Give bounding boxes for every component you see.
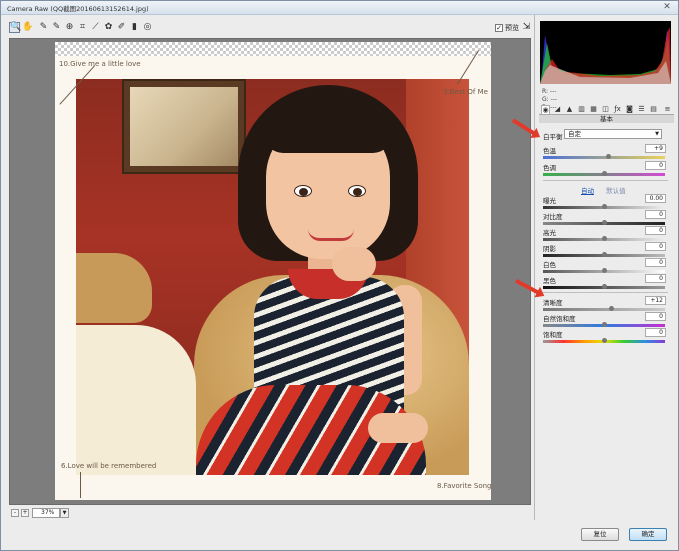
wall-painting bbox=[122, 79, 246, 174]
ok-button[interactable]: 确定 bbox=[629, 528, 667, 541]
crop-icon[interactable]: ⌗ bbox=[77, 22, 88, 33]
auto-link[interactable]: 自动 bbox=[581, 187, 594, 195]
tint-thumb[interactable] bbox=[602, 171, 607, 176]
saturation-value[interactable]: 0 bbox=[645, 328, 666, 337]
tab-presets-icon[interactable]: ☰ bbox=[637, 105, 646, 114]
section-title: 基本 bbox=[539, 115, 674, 123]
slider-tint[interactable]: 色调 0 bbox=[543, 161, 670, 179]
whites-thumb[interactable] bbox=[602, 268, 607, 273]
tab-effects-icon[interactable]: ƒx bbox=[613, 105, 622, 114]
slider-blacks[interactable]: 黑色 0 bbox=[543, 274, 670, 292]
panel-tabs: ◉ ◢ ▲ ▥ ▦ ◫ ƒx ◙ ☰ ▤ ≡ bbox=[539, 104, 674, 115]
highlights-thumb[interactable] bbox=[602, 236, 607, 241]
zoom-dropdown-icon[interactable]: ▼ bbox=[60, 508, 69, 518]
target-adjust-icon[interactable]: ⊕ bbox=[64, 22, 75, 33]
fullscreen-icon[interactable]: ⇲ bbox=[521, 22, 532, 33]
tab-hsl-icon[interactable]: ▥ bbox=[577, 105, 586, 114]
color-sampler-icon[interactable]: ✎ bbox=[51, 22, 62, 33]
adjustment-panel: R: --- G: --- B: --- ◉ ◢ ▲ ▥ ▦ ◫ ƒx ◙ ☰ … bbox=[534, 15, 677, 520]
tab-basic-icon[interactable]: ◉ bbox=[541, 105, 550, 114]
tab-tone-curve-icon[interactable]: ◢ bbox=[553, 105, 562, 114]
image-canvas[interactable]: 10.Give me a little love 3.Best Of Me 6.… bbox=[9, 38, 531, 505]
caption-give-me-love: 10.Give me a little love bbox=[59, 60, 141, 68]
window-title: Camera Raw (QQ截图20160613152614.jpg) bbox=[7, 5, 149, 13]
exposure-value[interactable]: 0.00 bbox=[645, 194, 666, 203]
spot-removal-icon[interactable]: ✿ bbox=[103, 22, 114, 33]
zoom-level-field[interactable]: 37% bbox=[32, 508, 60, 518]
tab-detail-icon[interactable]: ▲ bbox=[565, 105, 574, 114]
close-icon[interactable]: ✕ bbox=[661, 2, 673, 13]
clarity-value[interactable]: +12 bbox=[645, 296, 666, 305]
camera-raw-window: Camera Raw (QQ截图20160613152614.jpg) ✕ 🔍 … bbox=[0, 0, 679, 551]
tab-camera-calibration-icon[interactable]: ◙ bbox=[625, 105, 634, 114]
zoom-out-button[interactable]: - bbox=[11, 509, 19, 517]
shadows-value[interactable]: 0 bbox=[645, 242, 666, 251]
caption-favorite-song: 8.Favorite Song bbox=[437, 482, 492, 490]
hand-icon[interactable]: ✋ bbox=[22, 22, 33, 33]
status-bar: - + 37% ▼ bbox=[9, 508, 531, 520]
contrast-value[interactable]: 0 bbox=[645, 210, 666, 219]
contrast-thumb[interactable] bbox=[602, 220, 607, 225]
zoom-in-button[interactable]: + bbox=[21, 509, 29, 517]
transparency-strip bbox=[55, 42, 491, 56]
white-balance-select[interactable]: 自定 ▼ bbox=[564, 129, 662, 139]
graduated-filter-icon[interactable]: ▮ bbox=[129, 22, 140, 33]
reset-button[interactable]: 复位 bbox=[581, 528, 619, 541]
table bbox=[76, 325, 196, 475]
tab-split-toning-icon[interactable]: ▦ bbox=[589, 105, 598, 114]
photo-frame: 10.Give me a little love 3.Best Of Me 6.… bbox=[55, 42, 491, 500]
slider-saturation[interactable]: 饱和度 0 bbox=[543, 328, 670, 346]
caption-love-remembered: 6.Love will be remembered bbox=[61, 462, 157, 470]
exposure-thumb[interactable] bbox=[602, 204, 607, 209]
toolbar: 🔍 ✋ ✎ ✎ ⊕ ⌗ ⟋ ✿ ✐ ▮ ◎ ✓ 预览 ⇲ bbox=[5, 18, 532, 38]
tab-snapshots-icon[interactable]: ▤ bbox=[649, 105, 658, 114]
slider-temperature[interactable]: 色温 +9 bbox=[543, 144, 670, 162]
shadows-thumb[interactable] bbox=[602, 252, 607, 257]
saturation-thumb[interactable] bbox=[602, 338, 607, 343]
preview-label: 预览 bbox=[505, 24, 519, 32]
whites-value[interactable]: 0 bbox=[645, 258, 666, 267]
tint-value[interactable]: 0 bbox=[645, 161, 666, 170]
default-link[interactable]: 默认值 bbox=[606, 187, 626, 195]
vibrance-value[interactable]: 0 bbox=[645, 312, 666, 321]
brush-icon[interactable]: ✐ bbox=[116, 22, 127, 33]
clarity-thumb[interactable] bbox=[609, 306, 614, 311]
panel-menu-icon[interactable]: ≡ bbox=[663, 105, 672, 114]
temperature-thumb[interactable] bbox=[606, 154, 611, 159]
preview-checkbox[interactable]: ✓ bbox=[495, 24, 503, 32]
auto-default-links: 自动 默认值 bbox=[581, 185, 636, 195]
tab-lens-icon[interactable]: ◫ bbox=[601, 105, 610, 114]
blacks-thumb[interactable] bbox=[602, 284, 607, 289]
white-balance-icon[interactable]: ✎ bbox=[38, 22, 49, 33]
photo bbox=[76, 79, 469, 475]
temperature-value[interactable]: +9 bbox=[645, 144, 666, 153]
chevron-down-icon: ▼ bbox=[655, 131, 659, 137]
straighten-icon[interactable]: ⟋ bbox=[90, 22, 101, 33]
blacks-value[interactable]: 0 bbox=[645, 274, 666, 283]
radial-filter-icon[interactable]: ◎ bbox=[142, 22, 153, 33]
title-bar: Camera Raw (QQ截图20160613152614.jpg) ✕ bbox=[1, 1, 678, 15]
white-balance-label: 白平衡 bbox=[543, 133, 563, 141]
vibrance-thumb[interactable] bbox=[602, 322, 607, 327]
caption-best-of-me: 3.Best Of Me bbox=[443, 88, 488, 96]
highlights-value[interactable]: 0 bbox=[645, 226, 666, 235]
histogram bbox=[540, 21, 671, 84]
zoom-icon[interactable]: 🔍 bbox=[9, 22, 21, 33]
